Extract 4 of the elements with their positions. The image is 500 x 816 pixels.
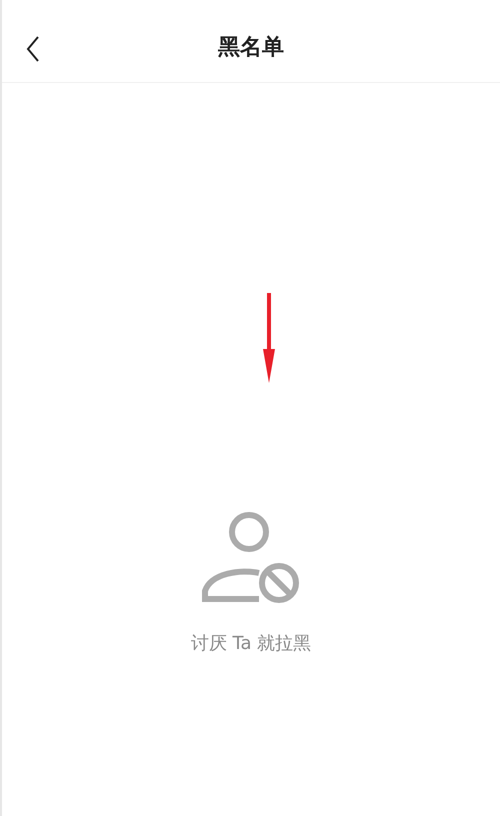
- back-icon[interactable]: [26, 36, 40, 62]
- empty-message: 讨厌 Ta 就拉黑: [190, 632, 312, 655]
- blocked-user-icon: [201, 511, 301, 605]
- page-title: 黑名单: [218, 34, 284, 62]
